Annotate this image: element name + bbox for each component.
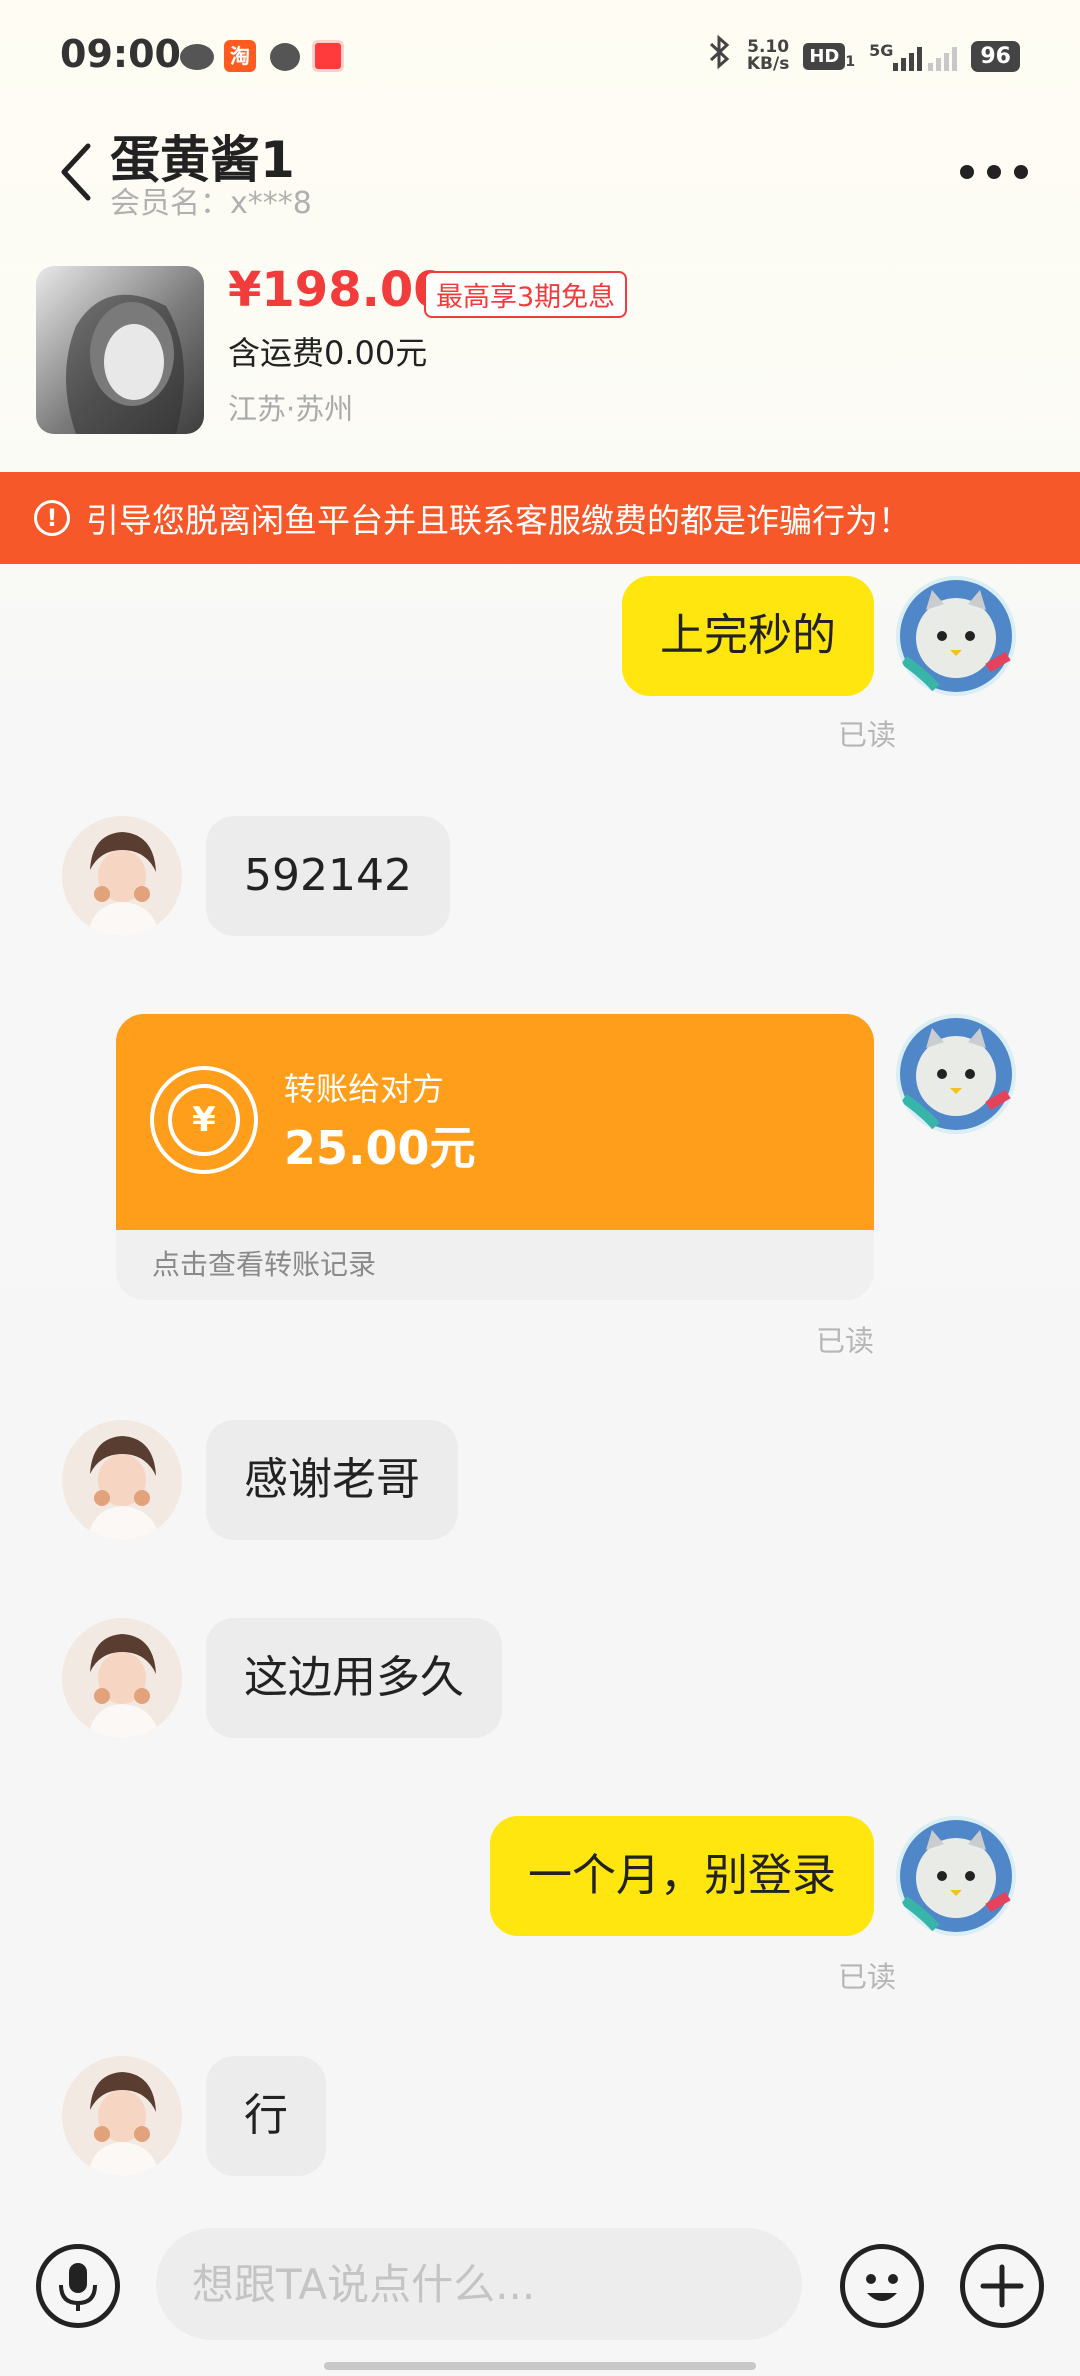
- microphone-icon: [59, 2263, 97, 2311]
- hd-sub: 1: [845, 53, 856, 70]
- battery-icon: 96: [971, 40, 1020, 72]
- hd-indicator: HD 1: [803, 42, 856, 70]
- fraud-warning-banner: ! 引导您脱离闲鱼平台并且联系客服缴费的都是诈骗行为！: [0, 472, 1080, 564]
- smiley-icon: [866, 2274, 898, 2301]
- status-right: 5.10 KB/s HD 1 5G 96: [707, 34, 1020, 77]
- taobao-icon: 淘: [224, 40, 256, 72]
- signal-bars-secondary: [928, 41, 958, 71]
- product-thumbnail[interactable]: [36, 266, 204, 434]
- warning-icon: !: [34, 500, 70, 536]
- read-receipt: 已读: [837, 1960, 896, 1994]
- more-actions-button[interactable]: [960, 2244, 1044, 2328]
- warning-text: 引导您脱离闲鱼平台并且联系客服缴费的都是诈骗行为！: [86, 501, 911, 540]
- status-bar: 09:00 淘 5.10 KB/s HD 1 5G 96: [0, 0, 1080, 112]
- transfer-label: 转账给对方: [284, 1070, 445, 1108]
- read-receipt: 已读: [837, 718, 896, 752]
- status-time: 09:00: [60, 32, 181, 76]
- wechat-icon: [180, 44, 214, 70]
- hd-icon: HD: [803, 42, 846, 70]
- message-input[interactable]: [156, 2228, 802, 2340]
- member-name: 会员名：x***8: [110, 186, 312, 221]
- contact-avatar[interactable]: [62, 2056, 182, 2176]
- contact-avatar[interactable]: [62, 1420, 182, 1540]
- app-icon: [312, 40, 344, 72]
- my-avatar[interactable]: [896, 1014, 1016, 1134]
- contact-avatar[interactable]: [62, 1618, 182, 1738]
- contact-avatar[interactable]: [62, 816, 182, 936]
- message-icon: [270, 43, 300, 71]
- shipping-info: 含运费0.00元: [228, 334, 428, 372]
- product-price: ¥198.00: [228, 262, 447, 318]
- message-bubble-outgoing[interactable]: 上完秒的: [622, 576, 874, 696]
- network-type: 5G: [869, 41, 894, 60]
- input-bar: [0, 2210, 1080, 2360]
- product-card[interactable]: ¥198.00 最高享3期免息 含运费0.00元 江苏·苏州: [0, 250, 1080, 470]
- transfer-card[interactable]: ¥ 转账给对方 25.00元 点击查看转账记录: [116, 1014, 874, 1300]
- voice-button[interactable]: [36, 2244, 120, 2328]
- my-avatar[interactable]: [896, 576, 1016, 696]
- back-arrow-icon[interactable]: [58, 142, 94, 202]
- network-speed: 5.10 KB/s: [747, 39, 789, 73]
- yuan-transfer-icon: ¥: [150, 1066, 258, 1174]
- message-bubble-incoming[interactable]: 这边用多久: [206, 1618, 502, 1738]
- transfer-record-link[interactable]: 点击查看转账记录: [116, 1230, 874, 1300]
- home-indicator[interactable]: [324, 2362, 756, 2370]
- read-receipt: 已读: [815, 1324, 874, 1358]
- installment-badge: 最高享3期免息: [424, 271, 628, 318]
- chat-header: 蛋黄酱1 会员名：x***8: [0, 112, 1080, 232]
- plus-icon: [980, 2264, 1024, 2308]
- transfer-card-header: ¥ 转账给对方 25.00元: [116, 1014, 874, 1230]
- speed-unit: KB/s: [746, 54, 790, 74]
- message-bubble-outgoing[interactable]: 一个月，别登录: [490, 1816, 874, 1936]
- product-location: 江苏·苏州: [228, 392, 354, 426]
- my-avatar[interactable]: [896, 1816, 1016, 1936]
- transfer-amount: 25.00元: [284, 1121, 476, 1175]
- bluetooth-icon: [707, 34, 733, 77]
- emoji-button[interactable]: [840, 2244, 924, 2328]
- message-bubble-incoming[interactable]: 592142: [206, 816, 450, 936]
- signal-icon: 5G: [869, 41, 958, 71]
- message-bubble-incoming[interactable]: 感谢老哥: [206, 1420, 458, 1540]
- message-bubble-incoming[interactable]: 行: [206, 2056, 326, 2176]
- chat-page: 09:00 淘 5.10 KB/s HD 1 5G 96 蛋黄酱1 会员名：x*…: [0, 0, 1080, 2376]
- message-list: 上完秒的 已读 592142 ¥ 转账给对方 25.00元 点击查看转账记录 已…: [0, 564, 1080, 2204]
- signal-bars: [893, 41, 923, 71]
- more-icon[interactable]: [954, 152, 1034, 192]
